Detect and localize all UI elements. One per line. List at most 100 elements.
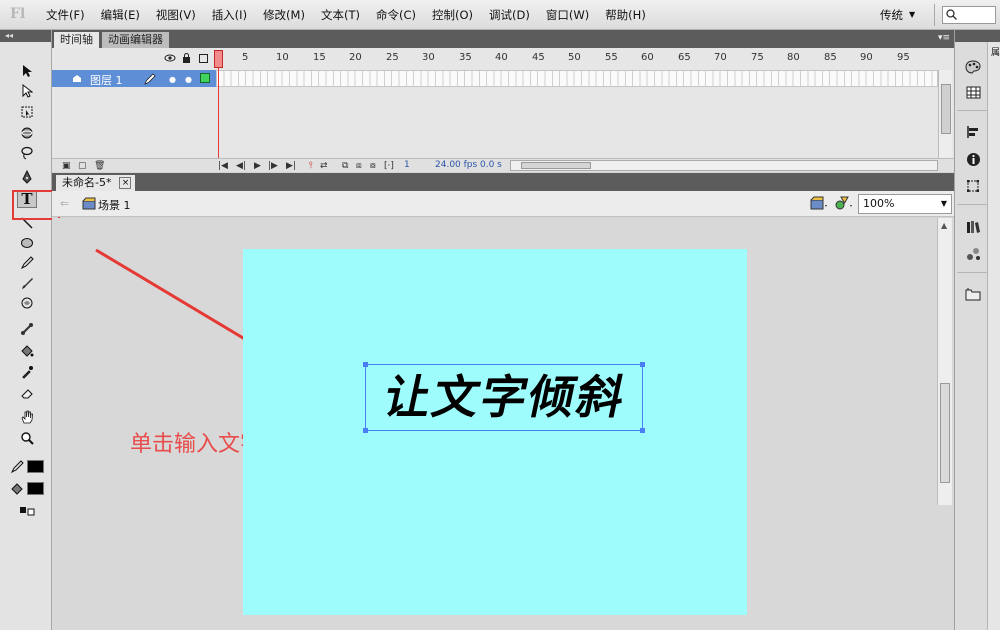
eye-icon[interactable] [164,54,176,62]
document-tab[interactable]: 未命名-5* × [56,175,136,191]
modify-markers-icon[interactable]: [·] [384,161,394,171]
right-dock: 属 [954,30,1000,630]
fill-color-swatch[interactable] [27,482,44,495]
menu-view[interactable]: 视图(V) [148,0,204,30]
stage-text[interactable]: 让文字倾斜 [359,365,651,432]
lasso-tool-icon[interactable] [17,144,37,162]
paint-bucket-tool-icon[interactable] [17,342,37,360]
menu-text[interactable]: 文本(T) [313,0,368,30]
stage-vertical-scrollbar[interactable]: ▲ [937,218,952,505]
resize-handle[interactable] [363,428,368,433]
deco-tool-icon[interactable] [17,294,37,312]
close-icon[interactable]: × [119,177,132,189]
project-panel-icon[interactable] [963,285,983,303]
menu-insert[interactable]: 插入(I) [204,0,255,30]
eraser-tool-icon[interactable] [17,384,37,402]
onion-skin-icon[interactable]: ⧉ [342,161,348,171]
frame-ruler[interactable]: 1 5 10 15 20 25 30 35 40 45 50 55 60 65 … [214,52,938,68]
oval-tool-icon[interactable] [17,234,37,252]
3d-rotation-tool-icon[interactable] [17,124,37,142]
menu-debug[interactable]: 调试(D) [481,0,538,30]
lock-icon[interactable] [182,53,191,63]
edit-multiple-frames-icon[interactable]: ⧇ [370,161,376,171]
loop-icon[interactable]: ⇄ [320,161,328,171]
new-layer-icon[interactable]: ▣ [62,161,71,171]
resize-handle[interactable] [363,362,368,367]
subselection-tool-icon[interactable] [17,82,37,100]
transform-panel-icon[interactable] [963,177,983,195]
timeline-vertical-scrollbar[interactable] [938,70,952,158]
timeline-horizontal-scrollbar[interactable] [510,160,938,171]
components-panel-icon[interactable] [963,245,983,263]
delete-layer-icon[interactable]: 🗑 [94,161,105,171]
layer-outline-color[interactable] [200,73,210,83]
pen-tool-icon[interactable] [17,168,37,186]
eyedropper-tool-icon[interactable] [17,363,37,381]
menu-help[interactable]: 帮助(H) [597,0,654,30]
dock-separator [957,110,987,111]
frame-rate[interactable]: 24.00 fps [435,160,477,170]
edit-symbols-icon[interactable] [835,196,853,210]
scrollbar-thumb[interactable] [941,84,951,134]
center-frame-icon[interactable]: ⫯ [309,161,313,171]
hand-tool-icon[interactable] [17,408,37,426]
layer-row[interactable]: 图层 1 ● ● [52,70,216,87]
menu-file[interactable]: 文件(F) [38,0,93,30]
dock-header[interactable] [955,30,1000,42]
playhead[interactable] [214,50,223,68]
scroll-up-icon[interactable]: ▲ [941,221,947,230]
zoom-tool-icon[interactable] [17,429,37,447]
frame-grid[interactable] [216,70,938,87]
onion-skin-outlines-icon[interactable]: ⧈ [356,161,362,171]
free-transform-tool-icon[interactable] [17,103,37,121]
edit-scene-icon[interactable] [810,196,828,210]
elapsed-time: 0.0 s [480,160,502,170]
properties-label: 属 [991,48,1000,58]
help-search-input[interactable] [942,6,996,24]
go-to-last-frame-icon[interactable]: ▶| [286,161,296,171]
play-icon[interactable]: ▶ [254,161,261,171]
scrollbar-thumb[interactable] [521,162,591,169]
zoom-select[interactable]: 100% ▼ [858,194,952,214]
pencil-tool-icon[interactable] [17,254,37,272]
brush-tool-icon[interactable] [17,274,37,292]
menu-window[interactable]: 窗口(W) [538,0,597,30]
back-arrow-icon[interactable]: ⇐ [60,197,69,210]
toolbox-collapse[interactable]: ◂◂ [0,30,51,42]
info-panel-icon[interactable] [963,150,983,168]
pencil-icon [144,73,156,85]
lock-dot[interactable]: ● [185,75,192,84]
stage-canvas[interactable]: 让文字倾斜 [243,249,747,615]
ruler-number: 20 [349,52,362,63]
menu-edit[interactable]: 编辑(E) [93,0,148,30]
tab-timeline[interactable]: 时间轴 [54,32,99,48]
document-tabbar: 未命名-5* × [52,173,954,191]
color-panel-icon[interactable] [963,58,983,76]
tab-motion-editor[interactable]: 动画编辑器 [102,32,169,48]
swatches-panel-icon[interactable] [963,83,983,101]
resize-handle[interactable] [640,428,645,433]
properties-panel-strip[interactable]: 属 [987,42,1000,630]
selection-tool-icon[interactable] [17,62,37,80]
swap-colors-icon[interactable] [17,502,37,520]
layer-name[interactable]: 图层 1 [90,72,123,88]
bone-tool-icon[interactable] [17,320,37,338]
go-to-first-frame-icon[interactable]: |◀ [218,161,228,171]
align-panel-icon[interactable] [963,123,983,141]
stage-area[interactable]: 单击输入文字 让文字倾斜 ▲ [52,218,954,630]
menu-modify[interactable]: 修改(M) [255,0,313,30]
step-back-icon[interactable]: ◀| [236,161,246,171]
panel-menu-icon[interactable]: ▾≡ [938,33,950,43]
step-forward-icon[interactable]: |▶ [268,161,278,171]
menu-commands[interactable]: 命令(C) [368,0,424,30]
outline-toggle-icon[interactable] [199,54,208,63]
text-field[interactable]: 让文字倾斜 [363,362,645,433]
stroke-color-swatch[interactable] [27,460,44,473]
library-panel-icon[interactable] [963,218,983,236]
menu-control[interactable]: 控制(O) [424,0,481,30]
workspace-switcher[interactable]: 传统 ▼ [880,5,915,25]
scrollbar-thumb[interactable] [940,383,950,483]
new-folder-icon[interactable]: ▢ [78,161,87,171]
visibility-dot[interactable]: ● [169,75,176,84]
resize-handle[interactable] [640,362,645,367]
